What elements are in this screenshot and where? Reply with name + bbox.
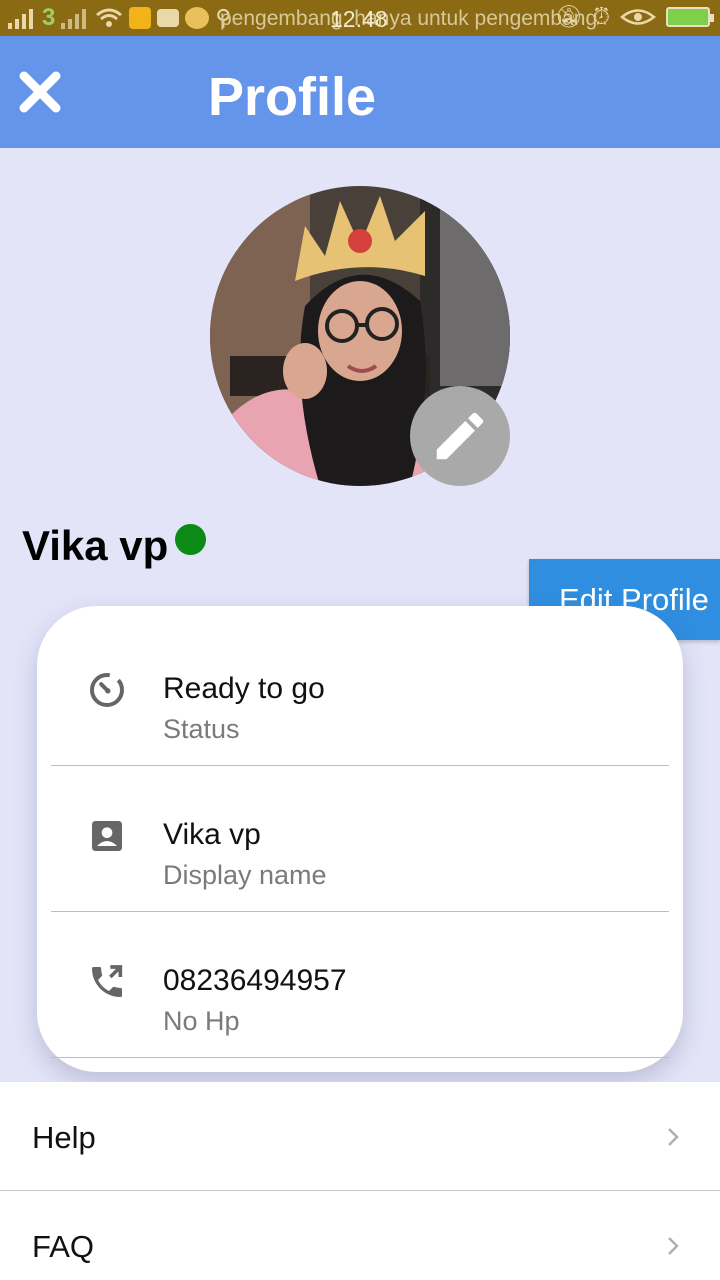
phone-value: 08236494957 <box>163 964 347 997</box>
contact-card-icon <box>92 821 122 851</box>
close-icon <box>19 71 61 113</box>
signal-2-icon <box>61 9 87 29</box>
online-status-dot <box>175 524 206 555</box>
status-bar: 3 ⚲ pengembang: hanya untuk pengembang 1… <box>0 0 720 36</box>
carrier-badge: 3 <box>42 4 56 31</box>
menu-item-help[interactable]: Help <box>0 1082 720 1190</box>
app-notification-icon <box>129 7 152 29</box>
app-bar: Profile <box>0 36 720 148</box>
wifi-icon <box>96 8 123 27</box>
display-name-value: Vika vp <box>163 818 261 851</box>
clock: 12.48 <box>330 6 388 32</box>
profile-info-card: Ready to go Status Vika vp Display name … <box>37 606 683 1072</box>
mute-icon: 🔕︎ <box>554 4 583 29</box>
chevron-right-icon <box>668 1128 679 1146</box>
status-value: Ready to go <box>163 672 325 705</box>
eye-icon <box>620 9 656 25</box>
menu-item-faq[interactable]: FAQ <box>0 1191 720 1280</box>
video-notification-icon <box>157 9 180 27</box>
page-title: Profile <box>208 67 377 127</box>
phone-label: No Hp <box>163 1006 240 1036</box>
signal-icon <box>8 9 33 29</box>
display-name-row[interactable]: Vika vp Display name <box>51 766 669 912</box>
notification-ticker: pengembang: hanya untuk pengembang <box>220 7 598 30</box>
status-row[interactable]: Ready to go Status <box>51 620 669 766</box>
phone-row[interactable]: 08236494957 No Hp <box>51 912 669 1058</box>
pencil-icon <box>436 412 484 460</box>
edit-photo-button[interactable] <box>410 386 510 486</box>
display-name-label: Display name <box>163 860 327 890</box>
chevron-right-icon <box>668 1237 679 1255</box>
status-timer-icon <box>90 673 124 707</box>
menu-item-label: FAQ <box>32 1229 95 1264</box>
alarm-icon: ⏰︎ <box>592 4 610 29</box>
user-name: Vika vp <box>22 522 169 569</box>
phone-forward-icon <box>92 965 123 997</box>
menu-item-label: Help <box>32 1120 96 1155</box>
menu-list: Help FAQ <box>0 1082 720 1280</box>
divider <box>51 1057 669 1058</box>
status-label: Status <box>163 714 240 744</box>
cat-notification-icon <box>185 7 210 29</box>
battery-icon <box>666 7 714 27</box>
close-button[interactable] <box>16 68 64 116</box>
